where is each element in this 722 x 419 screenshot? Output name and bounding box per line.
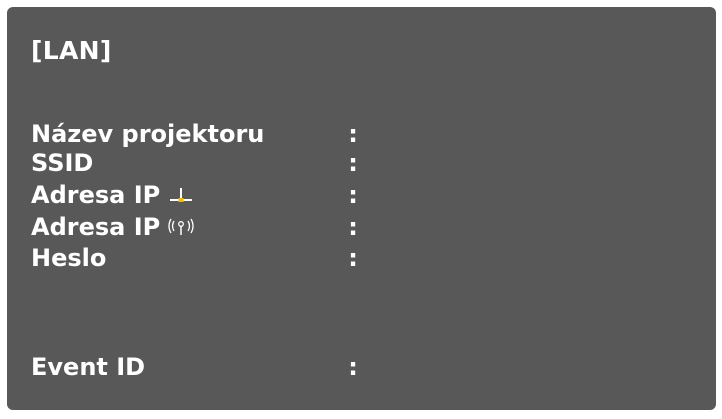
event-id-label: Event ID [31, 353, 146, 381]
wireless-lan-icon [168, 218, 194, 235]
row-password: Heslo [31, 240, 106, 276]
row-event-id: Event ID [31, 349, 145, 385]
row-ssid: SSID [31, 145, 93, 181]
wired-lan-icon [170, 188, 193, 202]
password-separator: : [348, 244, 358, 272]
event-id-separator: : [348, 353, 358, 381]
ip-wired-separator: : [348, 181, 358, 209]
panel-title: [LAN] [31, 36, 112, 65]
lan-info-panel: [LAN] Název projektoru : SSID : Adresa I… [7, 7, 716, 410]
row-ip-wired: Adresa IP [31, 177, 194, 213]
ip-wired-label: Adresa IP [31, 181, 161, 209]
ssid-separator: : [348, 149, 358, 177]
password-label: Heslo [31, 244, 107, 272]
ssid-label: SSID [31, 149, 94, 177]
